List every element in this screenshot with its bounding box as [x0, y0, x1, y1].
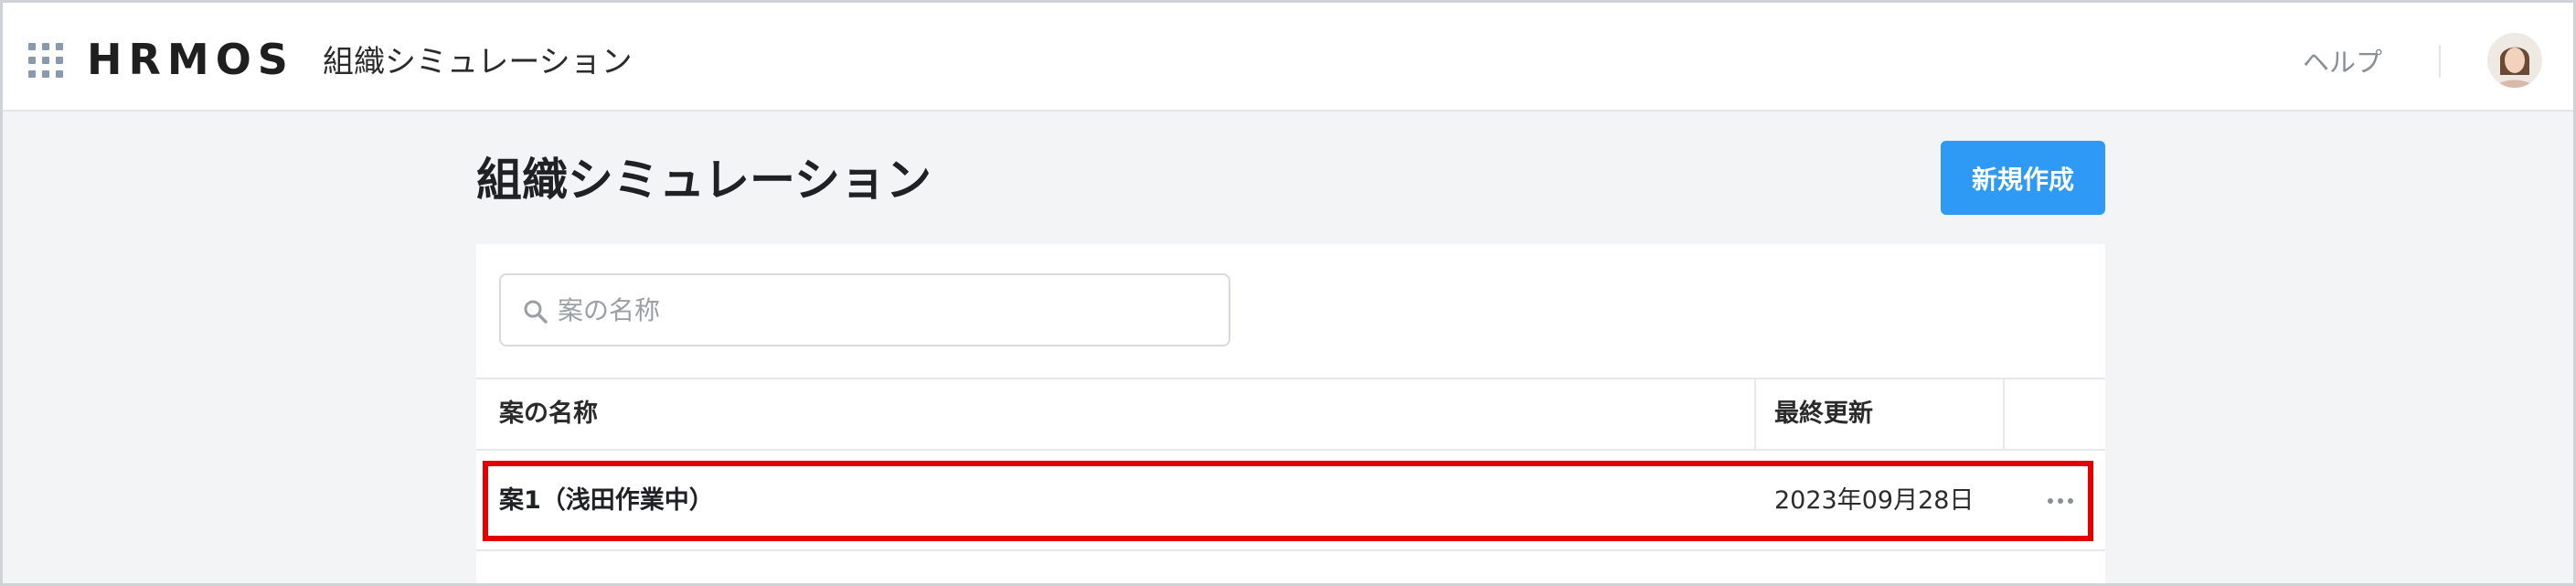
- user-avatar[interactable]: [2487, 33, 2542, 88]
- top-header: HRMOS 組織シミュレーション ヘルプ: [3, 3, 2573, 112]
- search-input[interactable]: [558, 275, 1216, 345]
- header-divider: [2439, 45, 2441, 78]
- app-name: 組織シミュレーション: [323, 44, 633, 80]
- column-header-updated[interactable]: 最終更新: [1774, 379, 1873, 449]
- help-link[interactable]: ヘルプ: [2303, 41, 2382, 83]
- row-updated-date: 2023年09月28日: [1774, 486, 1975, 515]
- more-horizontal-icon: [2068, 498, 2073, 504]
- more-horizontal-icon: [2048, 498, 2053, 504]
- search-icon: [524, 300, 548, 324]
- row-name[interactable]: 案1（浅田作業中）: [499, 474, 714, 527]
- page-title: 組織シミュレーション: [476, 154, 931, 207]
- app-switcher-icon[interactable]: [28, 43, 63, 78]
- search-box[interactable]: [499, 273, 1230, 346]
- create-new-button[interactable]: 新規作成: [1941, 141, 2105, 215]
- hrmos-logo[interactable]: HRMOS: [87, 34, 294, 85]
- column-divider: [1754, 379, 1756, 449]
- table-row-partial: [476, 553, 2105, 583]
- column-divider: [2003, 379, 2005, 449]
- app-window: HRMOS 組織シミュレーション ヘルプ 組織シミュレーション 新規作成 案の名…: [0, 0, 2576, 586]
- table-header: 案の名称 最終更新: [476, 378, 2105, 451]
- simulation-list-card: 案の名称 最終更新 案1（浅田作業中） 2023年09月28日: [476, 244, 2105, 583]
- more-options-button[interactable]: [2041, 482, 2080, 520]
- table-row[interactable]: 案1（浅田作業中） 2023年09月28日: [476, 451, 2105, 551]
- more-horizontal-icon: [2058, 498, 2063, 504]
- column-header-name[interactable]: 案の名称: [499, 379, 598, 449]
